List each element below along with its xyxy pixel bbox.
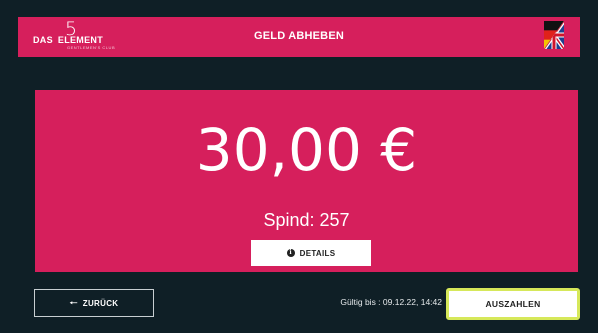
back-label: ZURÜCK: [82, 298, 119, 308]
language-switch-button[interactable]: [544, 21, 564, 49]
page-title: GELD ABHEBEN: [254, 30, 344, 42]
arrow-left-icon: 🠐: [69, 297, 78, 308]
validity-text: Gültig bis : 09.12.22, 14:42: [340, 297, 442, 307]
logo-tagline: GENTLEMEN'S CLUB: [67, 45, 116, 50]
payout-button[interactable]: AUSZAHLEN: [446, 288, 580, 320]
info-icon: i: [286, 249, 295, 257]
german-uk-flag-icon: [544, 21, 564, 49]
back-button[interactable]: 🠐 ZURÜCK: [34, 289, 154, 317]
details-button[interactable]: i DETAILS: [251, 240, 371, 266]
locker-number: Spind: 257: [263, 210, 350, 230]
details-label: DETAILS: [299, 248, 336, 258]
amount-panel: 30,00 € Spind: 257 i DETAILS: [35, 90, 578, 272]
header-bar: 5 DAS ELEMENT GENTLEMEN'S CLUB GELD ABHEB…: [18, 17, 580, 57]
withdraw-amount: 30,00 €: [195, 116, 418, 184]
